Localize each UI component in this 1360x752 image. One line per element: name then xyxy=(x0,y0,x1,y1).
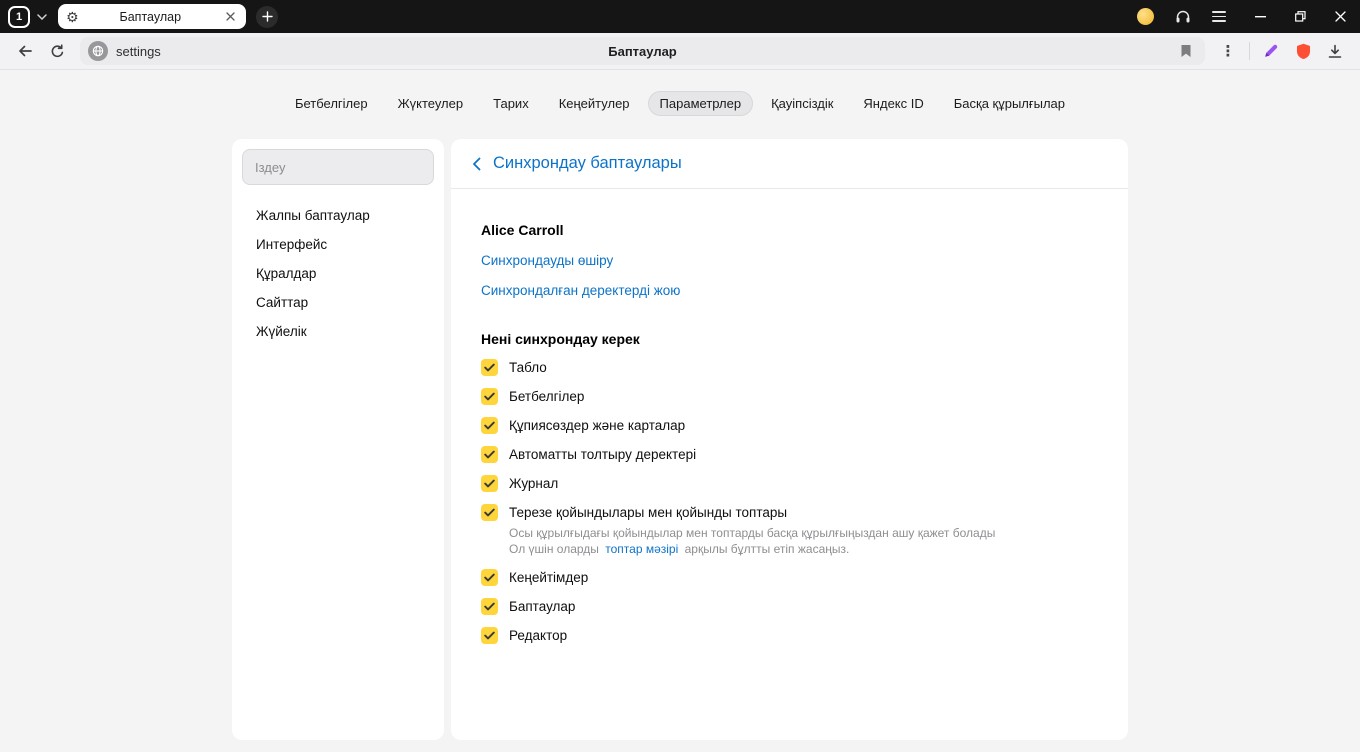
titlebar-right xyxy=(1137,0,1360,33)
address-bar[interactable]: settings Баптаулар xyxy=(80,37,1205,65)
nav-yandex-id[interactable]: Яндекс ID xyxy=(851,91,935,116)
sync-option-bookmarks: Бетбелгілер xyxy=(481,388,1098,405)
nav-extensions[interactable]: Кеңейтулер xyxy=(547,91,642,116)
nav-settings[interactable]: Параметрлер xyxy=(647,91,754,116)
nav-security[interactable]: Қауіпсіздік xyxy=(759,91,845,116)
note-line2-after: арқылы бұлтты етіп жасаңыз. xyxy=(684,542,850,556)
checkbox-label-journal[interactable]: Журнал xyxy=(509,476,558,491)
pen-editor-icon[interactable] xyxy=(1256,36,1286,66)
settings-page: Бетбелгілер Жүктеулер Тарих Кеңейтулер П… xyxy=(0,70,1360,752)
sync-option-autofill: Автоматты толтыру деректері xyxy=(481,446,1098,463)
close-button[interactable] xyxy=(1320,0,1360,33)
tab-title: Баптаулар xyxy=(119,9,182,24)
reload-button[interactable] xyxy=(42,36,72,66)
checkbox-journal[interactable] xyxy=(481,475,498,492)
delete-synced-data-link[interactable]: Синхрондалған деректерді жою xyxy=(481,283,680,298)
checkbox-bookmarks[interactable] xyxy=(481,388,498,405)
tab-close-button[interactable] xyxy=(222,9,238,25)
sync-settings-header: Синхрондау баптаулары xyxy=(451,139,1128,189)
browser-toolbar: settings Баптаулар ⋮ xyxy=(0,33,1360,70)
checkbox-label-settings[interactable]: Баптаулар xyxy=(509,599,575,614)
tab-counter-button[interactable]: 1 xyxy=(8,5,30,28)
sync-option-extensions: Кеңейтімдер xyxy=(481,569,1098,586)
sync-settings-body: Alice Carroll Синхрондауды өшіру Синхрон… xyxy=(451,189,1128,661)
checkbox-autofill[interactable] xyxy=(481,446,498,463)
sync-option-journal: Журнал xyxy=(481,475,1098,492)
overflow-menu-button[interactable]: ⋮ xyxy=(1213,36,1243,66)
sync-option-tab-groups: Терезе қойындылары мен қойынды топтары xyxy=(481,504,1098,521)
checkbox-editor[interactable] xyxy=(481,627,498,644)
sidebar-item-interface[interactable]: Интерфейс xyxy=(242,230,434,259)
checkbox-label-bookmarks[interactable]: Бетбелгілер xyxy=(509,389,584,404)
sync-option-passwords-cards: Құпиясөздер және карталар xyxy=(481,417,1098,434)
downloads-icon[interactable] xyxy=(1320,36,1350,66)
checkbox-passwords-cards[interactable] xyxy=(481,417,498,434)
nav-bookmarks[interactable]: Бетбелгілер xyxy=(283,91,380,116)
note-line1: Осы құрылғыдағы қойындылар мен топтарды … xyxy=(509,526,996,540)
browser-tab[interactable]: ⚙ Баптаулар xyxy=(58,4,246,29)
sidebar-list: Жалпы баптаулар Интерфейс Құралдар Сайтт… xyxy=(242,201,434,346)
disable-sync-link[interactable]: Синхрондауды өшіру xyxy=(481,253,613,268)
checkbox-label-autofill[interactable]: Автоматты толтыру деректері xyxy=(509,447,696,462)
checkbox-label-editor[interactable]: Редактор xyxy=(509,628,567,643)
nav-other-devices[interactable]: Басқа құрылғылар xyxy=(942,91,1077,116)
checkbox-label-tablo[interactable]: Табло xyxy=(509,360,547,375)
back-button[interactable] xyxy=(10,36,40,66)
tab-groups-menu-link[interactable]: топтар мәзірі xyxy=(605,542,678,556)
checkbox-label-tab-groups[interactable]: Терезе қойындылары мен қойынды топтары xyxy=(509,505,787,520)
checkbox-tab-groups[interactable] xyxy=(481,504,498,521)
settings-sidebar: Жалпы баптаулар Интерфейс Құралдар Сайтт… xyxy=(232,139,444,740)
sidebar-item-sites[interactable]: Сайттар xyxy=(242,288,434,317)
tab-groups-note: Осы құрылғыдағы қойындылар мен топтарды … xyxy=(509,525,1098,557)
minimize-button[interactable] xyxy=(1240,0,1280,33)
checkbox-label-passwords-cards[interactable]: Құпиясөздер және карталар xyxy=(509,418,685,433)
menu-hamburger-icon[interactable] xyxy=(1204,2,1234,32)
sidebar-item-general[interactable]: Жалпы баптаулар xyxy=(242,201,434,230)
settings-top-nav: Бетбелгілер Жүктеулер Тарих Кеңейтулер П… xyxy=(0,70,1360,116)
site-globe-icon[interactable] xyxy=(88,41,108,61)
nav-downloads[interactable]: Жүктеулер xyxy=(386,91,476,116)
new-tab-button[interactable] xyxy=(256,5,278,28)
user-avatar[interactable] xyxy=(1137,8,1154,25)
sidebar-item-system[interactable]: Жүйелік xyxy=(242,317,434,346)
account-name: Alice Carroll xyxy=(481,222,564,238)
settings-cards: Жалпы баптаулар Интерфейс Құралдар Сайтт… xyxy=(0,139,1360,740)
tab-strip: 1 ⚙ Баптаулар xyxy=(8,0,278,33)
back-chevron-icon[interactable] xyxy=(466,154,486,174)
search-input[interactable] xyxy=(242,149,434,185)
url-text[interactable]: settings xyxy=(116,44,161,59)
sync-option-settings: Баптаулар xyxy=(481,598,1098,615)
nav-history[interactable]: Тарих xyxy=(481,91,541,116)
what-to-sync-title: Нені синхрондау керек xyxy=(481,331,640,347)
tab-list-chevron-icon[interactable] xyxy=(34,9,50,25)
headset-icon[interactable] xyxy=(1168,2,1198,32)
restore-button[interactable] xyxy=(1280,0,1320,33)
checkbox-settings[interactable] xyxy=(481,598,498,615)
checkbox-tablo[interactable] xyxy=(481,359,498,376)
settings-gear-icon: ⚙ xyxy=(66,8,79,25)
sync-settings-title: Синхрондау баптаулары xyxy=(493,154,682,172)
note-line2-before: Ол үшін оларды xyxy=(509,542,599,556)
window-titlebar: 1 ⚙ Баптаулар xyxy=(0,0,1360,33)
page-title: Баптаулар xyxy=(608,43,677,59)
sync-settings-panel: Синхрондау баптаулары Alice Carroll Синх… xyxy=(451,139,1128,740)
browser-window: 1 ⚙ Баптаулар settings Баптаулар ⋮ Бетбе… xyxy=(0,0,1360,752)
sync-option-editor: Редактор xyxy=(481,627,1098,644)
sync-option-tablo: Табло xyxy=(481,359,1098,376)
note-line2: Ол үшін оларды топтар мәзірі арқылы бұлт… xyxy=(509,541,1098,557)
bookmark-flag-icon[interactable] xyxy=(1173,38,1199,64)
toolbar-divider xyxy=(1249,42,1250,60)
checkbox-label-extensions[interactable]: Кеңейтімдер xyxy=(509,570,588,585)
sidebar-item-tools[interactable]: Құралдар xyxy=(242,259,434,288)
protect-shield-icon[interactable] xyxy=(1288,36,1318,66)
checkbox-extensions[interactable] xyxy=(481,569,498,586)
